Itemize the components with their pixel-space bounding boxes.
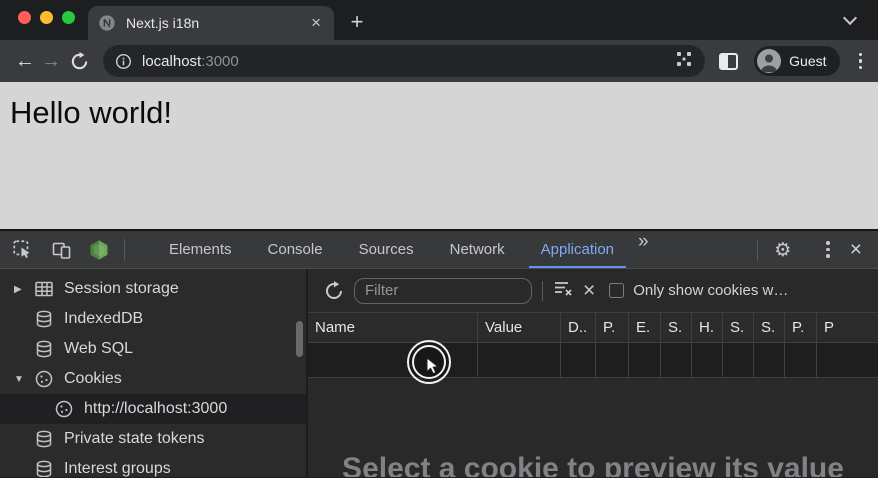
cookie-icon [54, 399, 74, 419]
nodejs-icon[interactable] [88, 239, 110, 261]
sidebar-item-label: Session storage [64, 280, 179, 298]
devtools-menu-icon[interactable] [822, 237, 834, 262]
application-sidebar: ▶ Session storage [0, 269, 308, 477]
column-header-partition[interactable]: P. [785, 313, 817, 342]
sidebar-item-label: IndexedDB [64, 310, 143, 328]
sidebar-item-label: Private state tokens [64, 430, 205, 448]
sidebar-scrollbar[interactable] [296, 321, 303, 357]
close-window-button[interactable] [18, 11, 31, 24]
sidebar-item-private-state-tokens[interactable]: Private state tokens [0, 424, 306, 454]
back-button[interactable]: ← [12, 41, 38, 81]
site-info-icon[interactable] [115, 53, 132, 70]
column-header-secure[interactable]: S. [723, 313, 754, 342]
cookies-table: Name Value D.. P. E. S. H. S. S. P. P [308, 313, 878, 378]
only-show-label[interactable]: Only show cookies w… [633, 282, 868, 299]
traffic-lights [18, 11, 75, 24]
toolbar-divider [757, 239, 758, 261]
column-header-size[interactable]: S. [661, 313, 692, 342]
tab-grid-icon[interactable] [675, 50, 693, 73]
column-header-domain[interactable]: D.. [561, 313, 596, 342]
devtools-toolbar: Elements Console Sources Network Applica… [0, 231, 878, 269]
clear-filter-icon[interactable] [553, 278, 573, 303]
reload-button[interactable] [70, 52, 89, 71]
tab-application[interactable]: Application [523, 231, 632, 268]
address-bar[interactable]: localhost:3000 [103, 45, 705, 77]
only-show-checkbox[interactable] [609, 283, 624, 298]
chevron-down-icon[interactable] [843, 11, 857, 25]
database-icon [34, 339, 54, 359]
profile-button[interactable]: Guest [754, 46, 839, 76]
navigation-bar: ← → localhost:3000 [0, 40, 878, 82]
avatar [757, 49, 781, 73]
sidebar-item-localhost-cookies[interactable]: http://localhost:3000 [0, 394, 306, 424]
database-icon [34, 309, 54, 329]
side-panel-icon[interactable] [719, 53, 738, 70]
toolbar-divider [124, 239, 125, 261]
disclosure-collapsed-icon[interactable]: ▶ [14, 284, 34, 295]
sidebar-item-label: Web SQL [64, 340, 133, 358]
tab-title: Next.js i18n [126, 15, 308, 31]
sidebar-item-indexeddb[interactable]: IndexedDB [0, 304, 306, 334]
table-icon [34, 279, 54, 299]
filter-input[interactable] [354, 278, 532, 304]
column-header-path[interactable]: P. [596, 313, 629, 342]
cookie-icon [34, 369, 54, 389]
url-port: :3000 [201, 53, 239, 70]
tab-close-icon[interactable]: × [308, 13, 324, 33]
settings-gear-icon[interactable]: ⚙ [774, 239, 791, 261]
browser-tab[interactable]: Next.js i18n × [88, 6, 334, 40]
click-indicator [407, 340, 451, 384]
cookies-panel: × Only show cookies w… Name Value D.. P.… [308, 269, 878, 477]
forward-button[interactable]: → [38, 41, 64, 81]
column-header-httponly[interactable]: H. [692, 313, 723, 342]
column-header-value[interactable]: Value [478, 313, 561, 342]
sidebar-item-interest-groups[interactable]: Interest groups [0, 454, 306, 477]
page-heading: Hello world! [10, 95, 868, 131]
tab-console[interactable]: Console [250, 231, 341, 268]
toolbar-divider [542, 281, 543, 301]
device-toolbar-icon[interactable] [50, 239, 72, 261]
devtools-close-icon[interactable]: × [850, 239, 862, 260]
new-tab-button[interactable]: + [343, 8, 371, 36]
column-header-priority[interactable]: P [817, 313, 878, 342]
sidebar-item-label: http://localhost:3000 [84, 400, 227, 418]
browser-window: Next.js i18n × + ← → localhost:3000 [0, 0, 878, 478]
delete-all-icon[interactable]: × [583, 280, 595, 301]
page-content: Hello world! [0, 82, 878, 229]
inspect-element-icon[interactable] [11, 239, 33, 261]
sidebar-item-web-sql[interactable]: Web SQL [0, 334, 306, 364]
column-header-samesite[interactable]: S. [754, 313, 785, 342]
url-host: localhost [142, 53, 201, 70]
browser-menu-icon[interactable] [855, 49, 867, 74]
cookies-table-header: Name Value D.. P. E. S. H. S. S. P. P [308, 313, 878, 343]
tab-elements[interactable]: Elements [151, 231, 250, 268]
cursor-arrow-icon [425, 357, 443, 377]
sidebar-item-session-storage[interactable]: ▶ Session storage [0, 274, 306, 304]
minimize-window-button[interactable] [40, 11, 53, 24]
zoom-window-button[interactable] [62, 11, 75, 24]
more-tabs-icon[interactable]: » [632, 231, 653, 268]
empty-state-message: Select a cookie to preview its value [342, 452, 844, 477]
column-header-name[interactable]: Name [308, 313, 478, 342]
tab-network[interactable]: Network [432, 231, 523, 268]
refresh-cookies-icon[interactable] [324, 281, 344, 301]
nextjs-favicon-icon [98, 14, 116, 32]
database-icon [34, 459, 54, 477]
profile-label: Guest [789, 53, 826, 69]
database-icon [34, 429, 54, 449]
cookie-preview-pane: Select a cookie to preview its value [308, 378, 878, 477]
sidebar-item-label: Cookies [64, 370, 122, 388]
sidebar-item-cookies[interactable]: ▼ Cookies [0, 364, 306, 394]
column-header-expires[interactable]: E. [629, 313, 661, 342]
tab-sources[interactable]: Sources [341, 231, 432, 268]
cookies-empty-row[interactable] [308, 343, 878, 378]
disclosure-expanded-icon[interactable]: ▼ [14, 374, 34, 385]
title-bar: Next.js i18n × + [0, 0, 878, 40]
devtools-tabs: Elements Console Sources Network Applica… [151, 231, 653, 268]
cookies-toolbar: × Only show cookies w… [308, 269, 878, 313]
sidebar-item-label: Interest groups [64, 460, 171, 477]
